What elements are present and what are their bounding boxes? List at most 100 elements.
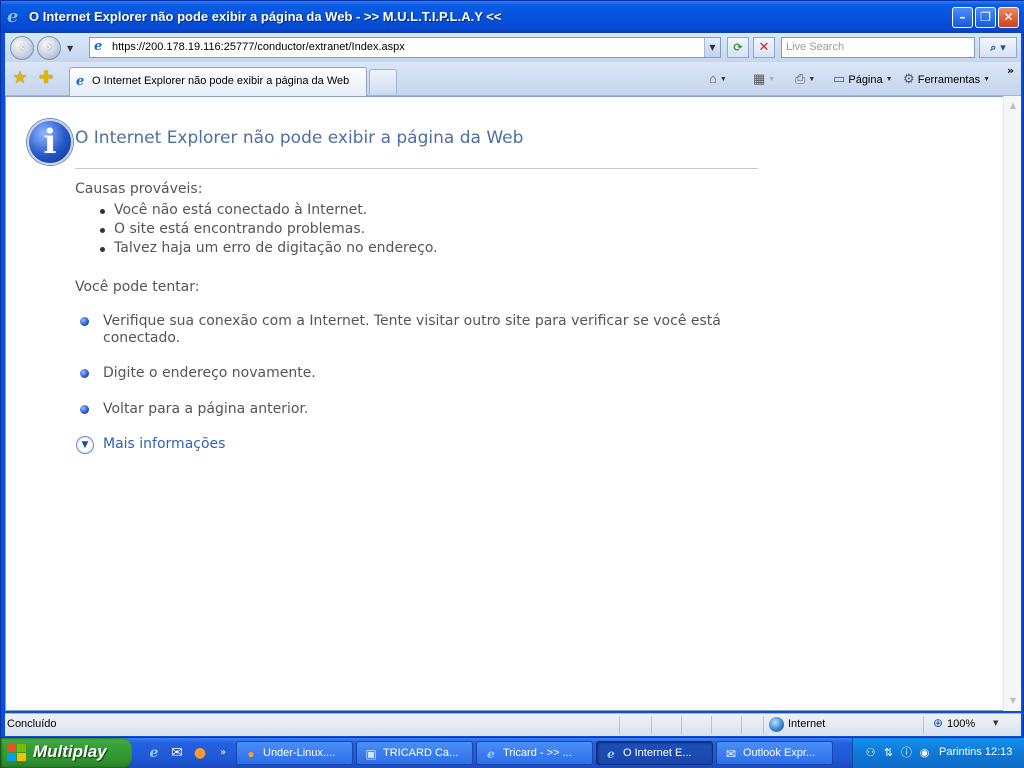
ie-page-icon: e <box>94 39 103 54</box>
taskbar-button-label: Outlook Expr... <box>743 747 816 759</box>
refresh-button[interactable]: ⟳ <box>727 37 749 58</box>
windows-logo-icon <box>7 744 27 762</box>
status-text: Concluído <box>7 718 57 730</box>
quick-launch-firefox-icon[interactable]: ● <box>191 744 209 762</box>
info-tray-icon[interactable]: ⓘ <box>899 745 914 760</box>
chevron-down-icon[interactable]: ▼ <box>808 76 815 83</box>
browser-window: e O Internet Explorer não pode exibir a … <box>0 0 1024 738</box>
vertical-scrollbar[interactable]: ▲ ▼ <box>1003 96 1021 711</box>
list-item: O site está encontrando problemas. <box>100 220 438 239</box>
zoom-icon[interactable]: ⊕ <box>933 716 943 730</box>
back-link[interactable]: Voltar para a página anterior. <box>103 401 763 418</box>
taskbar-button-label: TRICARD Ca... <box>383 747 459 759</box>
more-info-link[interactable]: Mais informações <box>103 436 225 452</box>
taskbar-button-label: Under-Linux.... <box>263 747 336 759</box>
bullet-icon <box>80 369 89 378</box>
stop-button[interactable]: ✕ <box>753 37 775 58</box>
page-menu[interactable]: ▭ Página ▼ <box>833 71 893 89</box>
new-tab-button[interactable] <box>369 69 397 94</box>
taskbar-button-active[interactable]: e O Internet E... <box>596 741 713 765</box>
taskbar-button-label: Tricard - >> ... <box>503 747 572 759</box>
quick-launch-ie-icon[interactable]: e <box>145 744 163 762</box>
close-button[interactable]: ✕ <box>998 7 1019 28</box>
home-icon: ⌂ <box>709 71 717 86</box>
feeds-button[interactable]: ▦ ▼ <box>753 71 775 89</box>
list-item: Talvez haja um erro de digitação no ende… <box>100 239 438 258</box>
search-icon: ⌕ <box>990 41 997 54</box>
ie-icon: e <box>487 747 495 761</box>
security-tray-icon[interactable]: ◉ <box>917 745 932 760</box>
outlook-express-icon: ✉ <box>725 747 737 761</box>
divider <box>711 716 712 734</box>
navigation-bar: ‹ › ▼ e https://200.178.19.116:25777/con… <box>5 33 1021 62</box>
bullet <box>100 209 105 214</box>
network-icon[interactable]: ⚇ <box>863 745 878 760</box>
tab-label: O Internet Explorer não pode exibir a pá… <box>92 75 350 87</box>
globe-icon <box>769 717 784 732</box>
tools-menu-label: Ferramentas <box>917 74 981 86</box>
minimize-button[interactable]: – <box>952 7 973 28</box>
ie-icon: e <box>607 747 615 761</box>
divider <box>923 716 924 734</box>
favorites-center-star-icon[interactable]: ★ <box>10 68 30 88</box>
causes-heading: Causas prováveis: <box>75 181 203 197</box>
document-icon: ▣ <box>365 747 377 761</box>
cause-text: O site está encontrando problemas. <box>114 221 366 237</box>
recent-pages-dropdown[interactable]: ▼ <box>67 44 73 53</box>
print-button[interactable]: ⎙ ▼ <box>795 71 815 89</box>
divider <box>619 716 620 734</box>
chevron-down-icon: ▼ <box>983 76 991 84</box>
expand-more-info-icon[interactable]: ▼ <box>76 436 94 454</box>
list-item: Você não está conectado à Internet. <box>100 201 438 220</box>
ie-icon: e <box>7 6 19 27</box>
taskbar-button[interactable]: ▣ TRICARD Ca... <box>356 741 473 765</box>
quick-launch-email-icon[interactable]: ✉ <box>168 744 186 762</box>
cause-text: Talvez haja um erro de digitação no ende… <box>114 240 438 256</box>
bullet-icon <box>80 405 89 414</box>
address-dropdown-button[interactable]: ▼ <box>704 38 720 57</box>
clock[interactable]: Parintins 12:13 <box>939 746 1012 758</box>
address-url[interactable]: https://200.178.19.116:25777/conductor/e… <box>112 41 405 53</box>
rss-icon: ▦ <box>753 71 766 86</box>
maximize-button[interactable]: ❐ <box>975 7 996 28</box>
divider <box>681 716 682 734</box>
chevron-down-icon[interactable]: ▼ <box>720 76 727 83</box>
chevron-down-icon: ▼ <box>885 76 893 84</box>
address-field[interactable]: e https://200.178.19.116:25777/conductor… <box>89 37 721 58</box>
search-button[interactable]: ⌕ ▾ <box>979 37 1017 58</box>
taskbar: Multiplay e ✉ ● » ● Under-Linux.... ▣ TR… <box>0 738 1024 768</box>
taskbar-button[interactable]: e Tricard - >> ... <box>476 741 593 765</box>
window-title: O Internet Explorer não pode exibir a pá… <box>29 9 502 24</box>
back-button[interactable]: ‹ <box>10 36 34 60</box>
page-content: i O Internet Explorer não pode exibir a … <box>5 96 1003 711</box>
cause-text: Você não está conectado à Internet. <box>114 202 368 218</box>
scroll-down-icon[interactable]: ▼ <box>1006 694 1020 708</box>
taskbar-button[interactable]: ✉ Outlook Expr... <box>716 741 833 765</box>
system-tray: ⚇ ⇅ ⓘ ◉ Parintins 12:13 <box>852 738 1024 768</box>
more-commands-chevron-icon[interactable]: » <box>1007 64 1014 77</box>
tools-menu[interactable]: ⚙ Ferramentas ▼ <box>903 71 990 89</box>
start-label: Multiplay <box>33 742 107 761</box>
status-bar: Concluído Internet ⊕ 100% ▼ <box>5 713 1021 736</box>
bullet <box>100 228 105 233</box>
bullet-icon <box>80 317 89 326</box>
home-button[interactable]: ⌂ ▼ <box>709 71 727 89</box>
taskbar-button[interactable]: ● Under-Linux.... <box>236 741 353 765</box>
quick-launch-more-chevron-icon[interactable]: » <box>214 744 232 762</box>
ie-page-icon: e <box>76 74 85 89</box>
divider <box>741 716 742 734</box>
divider <box>75 168 758 169</box>
security-zone[interactable]: Internet <box>788 718 825 730</box>
tab-current[interactable]: e O Internet Explorer não pode exibir a … <box>69 67 367 96</box>
start-button[interactable]: Multiplay <box>0 738 132 768</box>
scroll-up-icon[interactable]: ▲ <box>1006 99 1020 113</box>
printer-icon: ⎙ <box>795 71 806 86</box>
zoom-level[interactable]: 100% <box>947 718 975 730</box>
chevron-down-icon[interactable]: ▼ <box>768 76 775 83</box>
forward-button[interactable]: › <box>37 36 61 60</box>
chevron-down-icon[interactable]: ▼ <box>993 719 998 727</box>
network-connection-icon[interactable]: ⇅ <box>881 745 896 760</box>
title-bar[interactable]: e O Internet Explorer não pode exibir a … <box>1 1 1024 33</box>
add-favorites-star-icon[interactable]: ✚ <box>36 68 56 88</box>
search-input[interactable]: Live Search <box>781 37 975 58</box>
